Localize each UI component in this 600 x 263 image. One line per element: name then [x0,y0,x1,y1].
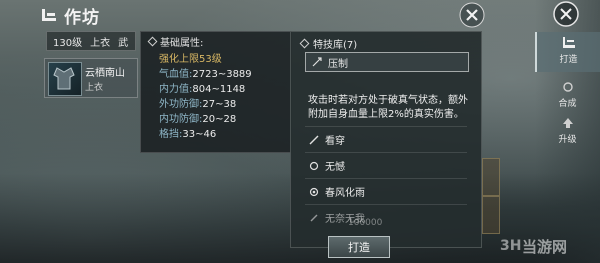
watermark-text: 当游网 [522,238,568,256]
skill-item-label: 看穿 [325,136,345,147]
filter-slot[interactable]: 上衣 [90,34,110,49]
attribute-row: 外功防御:27~38 [159,95,236,110]
skill-item-label: 春风化雨 [325,188,365,199]
page-title-wrap: 作坊 [40,3,100,28]
build-button[interactable]: 打造 [328,236,390,258]
divider [305,126,467,127]
exit-icon[interactable] [552,0,580,28]
skill-item[interactable]: 无憾 [309,158,345,173]
spiral-icon [309,187,319,196]
attribute-label: 格挡: [159,129,183,140]
skill-item[interactable]: 看穿 [309,132,345,147]
attribute-label: 外功防御: [159,99,203,110]
anvil-icon [562,37,575,48]
anvil-icon [42,8,56,21]
divider [305,178,467,179]
item-slot: 上衣 [85,83,104,93]
tab-upgrade[interactable]: 升级 [535,116,600,152]
selected-skill[interactable]: 压制 [305,52,469,72]
tab-forge-label: 打造 [559,55,578,65]
attribute-value: 804~1148 [192,84,246,95]
svg-text:3H: 3H [500,238,521,254]
swirl-icon [309,161,319,170]
attributes-heading: 基础属性: [147,34,204,49]
tab-merge-label: 合成 [558,99,577,109]
page-title: 作坊 [64,8,100,28]
upgrade-icon [562,118,573,128]
skill-item[interactable]: 春风化雨 [309,184,365,199]
attributes-panel: 基础属性: 强化上限53级 气血值:2723~3889 内力值:804~1148… [140,31,292,153]
filter-bar[interactable]: 130级 上衣 武 [46,31,136,51]
attribute-row: 内功防御:20~28 [159,110,236,125]
item-name: 云栖南山 [85,68,125,79]
attribute-value: 27~38 [202,99,237,110]
attribute-row: 气血值:2723~3889 [159,65,252,80]
skill-library-heading-text: 特技库(7) [313,40,358,51]
blade-icon [309,135,319,144]
divider [305,204,467,205]
skill-library-heading: 特技库(7) [299,36,358,51]
attribute-label: 内功防御: [159,114,203,125]
tab-merge[interactable]: 合成 [535,80,600,116]
selected-skill-name: 压制 [328,58,348,70]
enhance-limit: 强化上限53级 [159,54,222,65]
cost-partial: 100000 [348,218,383,228]
sword-icon [312,57,322,67]
close-icon[interactable] [458,1,486,29]
skill-description: 攻击时若对方处于破真气状态，额外附加自身血量上限2%的真实伤害。 [308,95,468,120]
attribute-label: 气血值: [159,69,193,80]
armor-icon [53,67,75,90]
attribute-value: 33~46 [182,129,217,140]
armor-thumbnail [48,62,82,96]
tab-forge[interactable]: 打造 [535,32,600,72]
attribute-row: 内力值:804~1148 [159,80,245,95]
edge-card [482,196,500,234]
blade-icon [310,214,318,221]
edge-card [482,158,500,196]
filter-level[interactable]: 130级 [53,34,82,49]
list-item[interactable]: 云栖南山 上衣 [44,58,138,98]
filter-weapon-partial[interactable]: 武 [118,34,128,49]
diamond-icon [147,36,158,47]
attribute-label: 内力值: [159,84,193,95]
skill-item-label: 无憾 [325,162,345,173]
tab-upgrade-label: 升级 [558,135,577,145]
attribute-value: 2723~3889 [192,69,252,80]
diamond-icon [299,38,310,49]
attribute-value: 20~28 [202,114,237,125]
attribute-row: 格挡:33~46 [159,125,216,140]
divider [305,152,467,153]
merge-icon [562,82,573,92]
skill-library-panel: 特技库(7) 压制 攻击时若对方处于破真气状态，额外附加自身血量上限2%的真实伤… [290,31,482,248]
attributes-heading-text: 基础属性: [160,38,204,49]
